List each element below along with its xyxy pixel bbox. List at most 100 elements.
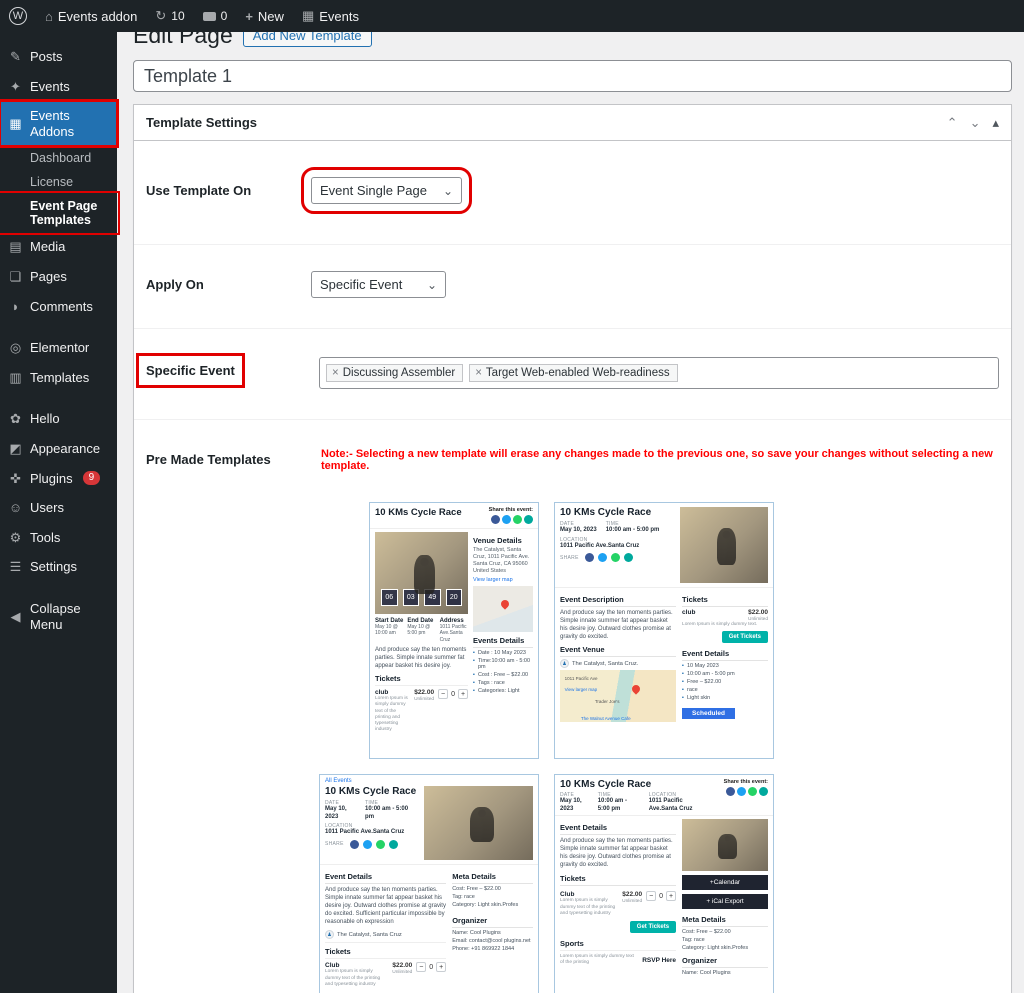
ticket-row: ClubLorem Ipsum is simply dummy text of … [560, 888, 676, 917]
site-name-link[interactable]: Events addon [36, 0, 146, 32]
toolbar-events-link[interactable]: Events [293, 0, 368, 32]
date-icon [682, 663, 684, 669]
template-preview-3[interactable]: All Events 10 KMs Cycle Race DATEMay 10,… [319, 774, 539, 993]
twitter-icon [737, 787, 746, 796]
template-title-input[interactable]: Template 1 [133, 60, 1012, 92]
updates-link[interactable]: 10 [146, 0, 193, 32]
sidebar-label: Events [30, 79, 70, 95]
organizer-item: Phone: +91 869922 1844 [452, 946, 514, 952]
sidebar-item-posts[interactable]: Posts [0, 42, 117, 72]
date-address-row: Start DateMay 10 @ 10:00 am End DateMay … [375, 618, 468, 643]
updates-icon [155, 8, 166, 24]
event-photo: 06 03 49 20 [375, 532, 468, 614]
sidebar-label: Settings [30, 559, 77, 575]
preview-event-title: 10 KMs Cycle Race [325, 786, 419, 797]
meta-value: 1011 Pacific Ave.Santa Cruz [440, 624, 468, 643]
template-preview-1[interactable]: 10 KMs Cycle Race Share this event: [369, 502, 539, 759]
venue-heading: Event Venue [560, 645, 676, 657]
preview-event-title: 10 KMs Cycle Race [375, 507, 462, 518]
comments-menu-icon [8, 299, 23, 315]
sidebar-separator [0, 321, 117, 333]
all-events-link: All Events [320, 775, 538, 784]
metabox-header[interactable]: Template Settings [134, 105, 1011, 141]
sports-description: Lorem Ipsum is simply dummy text of the … [560, 954, 638, 966]
tickets-heading: Tickets [375, 674, 468, 683]
sidebar-item-pages[interactable]: Pages [0, 262, 117, 292]
sidebar-item-templates[interactable]: Templates [0, 363, 117, 393]
row-use-template-on: Use Template On Event Single Page [134, 141, 1011, 245]
main-content: Edit Page Add New Template Template 1 Te… [117, 32, 1024, 993]
comments-link[interactable]: 0 [194, 0, 237, 32]
select-chevron-icon [443, 183, 453, 198]
remove-tag-icon[interactable] [332, 367, 339, 379]
meta-value: 1011 Pacific Ave.Santa Cruz [325, 829, 419, 837]
template-preview-2[interactable]: 10 KMs Cycle Race DATEMay 10, 2023 TIME1… [554, 502, 774, 759]
row-apply-on: Apply On Specific Event [134, 245, 1011, 329]
sidebar-label: License [30, 175, 73, 189]
organizer-item: Name: Cool Plugins [682, 970, 731, 976]
sidebar-item-media[interactable]: Media [0, 232, 117, 262]
ticket-description: Lorem Ipsum is simply dummy text. [682, 622, 768, 628]
tickets-heading: Tickets [682, 595, 768, 607]
event-details-heading: Event Details [682, 649, 768, 661]
preview-share-block: Share this event: [489, 507, 533, 526]
plus-icon [436, 962, 446, 972]
sidebar-item-appearance[interactable]: Appearance [0, 434, 117, 464]
sidebar-label: Comments [30, 299, 93, 315]
ticket-price: $22.00 [392, 962, 412, 969]
specific-event-multiselect[interactable]: Discussing Assembler Target Web-enabled … [319, 357, 999, 389]
field-label: Apply On [146, 271, 311, 298]
add-to-calendar-button: +Calendar [682, 875, 768, 890]
move-down-icon[interactable] [970, 115, 981, 131]
view-larger-map-link: View larger map [565, 687, 597, 692]
use-template-on-select[interactable]: Event Single Page [311, 177, 462, 204]
email-icon [389, 840, 398, 849]
map-thumbnail [473, 586, 533, 632]
quantity-value: 0 [429, 964, 433, 971]
meta-item: Cost: Free – $22.00 [452, 886, 501, 892]
template-preview-4[interactable]: 10 KMs Cycle Race DATEMay 10, 2023 TIME1… [554, 774, 774, 993]
posts-icon [8, 49, 23, 65]
sidebar-item-plugins[interactable]: Plugins9 [0, 464, 117, 494]
elementor-icon [8, 340, 23, 356]
row-pre-made-templates: Pre Made Templates Note:- Selecting a ne… [134, 420, 1011, 993]
ticket-description: Lorem Ipsum is simply dummy text of the … [375, 696, 410, 733]
event-details-heading: Event Details [325, 872, 446, 884]
meta-value: 1011 Pacific Ave.Santa Cruz [560, 543, 675, 551]
template-title-value: Template 1 [144, 66, 232, 87]
sidebar-label: Tools [30, 530, 60, 546]
meta-item: Category: Light skin.Profes [682, 945, 748, 951]
event-photo [680, 507, 768, 583]
new-content-link[interactable]: New [236, 0, 293, 32]
apply-on-select[interactable]: Specific Event [311, 271, 446, 298]
sidebar-item-license[interactable]: License [0, 170, 117, 194]
sidebar-item-events[interactable]: Events [0, 72, 117, 102]
comments-icon [203, 12, 216, 21]
selected-event-tag[interactable]: Discussing Assembler [326, 364, 463, 382]
sidebar-item-settings[interactable]: Settings [0, 552, 117, 582]
venue-heading: Venue Details [473, 536, 533, 545]
sidebar-item-events-addons[interactable]: Events Addons [0, 101, 117, 146]
sidebar-item-elementor[interactable]: Elementor [0, 333, 117, 363]
sidebar-item-dashboard[interactable]: Dashboard [0, 146, 117, 170]
email-icon [759, 787, 768, 796]
organizer-heading: Organizer [682, 956, 768, 968]
sidebar-label: Elementor [30, 340, 89, 356]
event-description: And produce say the ten moments parties.… [560, 609, 676, 641]
sidebar-item-tools[interactable]: Tools [0, 523, 117, 553]
remove-tag-icon[interactable] [475, 367, 482, 379]
meta-value: 10:00 am - 5:00 pm [365, 806, 410, 821]
sidebar-item-users[interactable]: Users [0, 493, 117, 523]
sidebar-separator [0, 392, 117, 404]
admin-bar: Events addon 10 0 New Events [0, 0, 1024, 32]
sidebar-item-comments[interactable]: Comments [0, 292, 117, 322]
countdown-box: 20 [446, 589, 463, 606]
wp-logo-menu[interactable] [0, 0, 36, 32]
move-up-icon[interactable] [947, 115, 958, 131]
toggle-panel-icon[interactable] [992, 115, 999, 131]
sidebar-item-event-page-templates[interactable]: Event Page Templates [0, 194, 117, 232]
meta-item: Category: Light skin.Profes [452, 902, 518, 908]
selected-event-tag[interactable]: Target Web-enabled Web-readiness [469, 364, 677, 382]
sidebar-item-collapse-menu[interactable]: Collapse Menu [0, 594, 117, 639]
sidebar-item-hello[interactable]: Hello [0, 404, 117, 434]
